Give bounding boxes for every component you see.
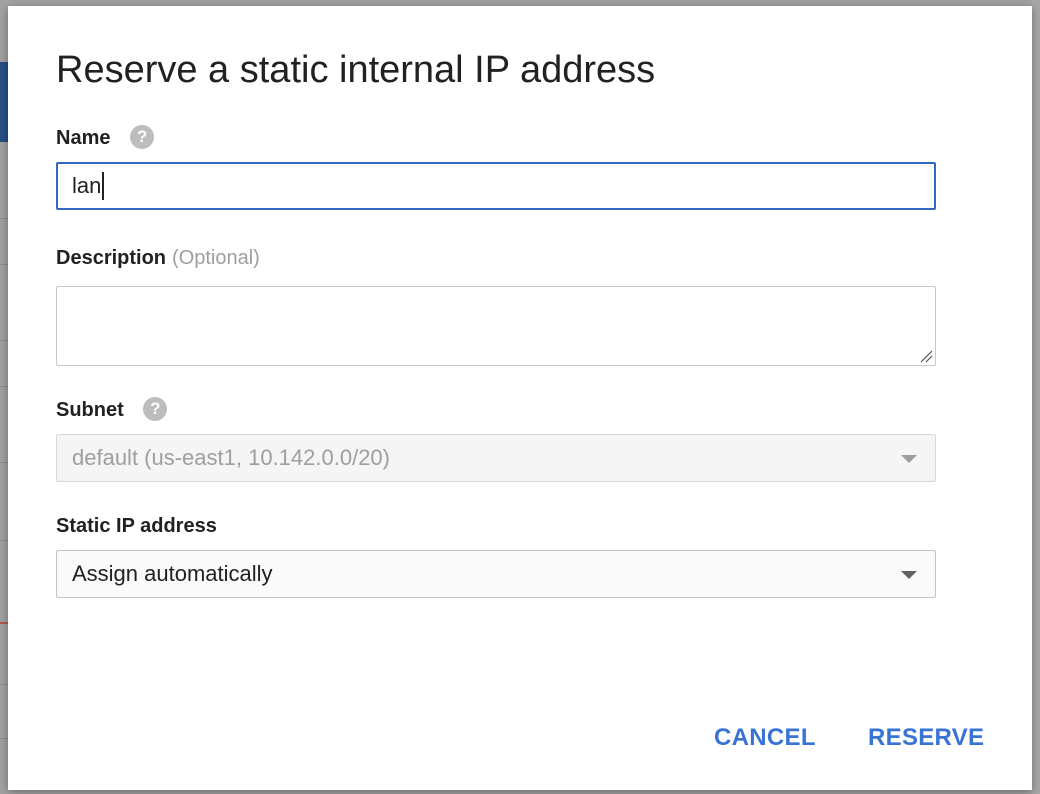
- static-ip-label: Static IP address: [56, 515, 217, 537]
- reserve-ip-dialog: Reserve a static internal IP address Nam…: [8, 6, 1032, 790]
- static-ip-select-value: Assign automatically: [72, 561, 273, 586]
- chevron-down-icon: [901, 571, 917, 579]
- description-label-row: Description (Optional): [56, 246, 260, 270]
- reserve-button[interactable]: RESERVE: [868, 720, 984, 756]
- subnet-label-row: Subnet ?: [56, 397, 168, 422]
- name-label-row: Name ?: [56, 125, 155, 150]
- subnet-select-value: default (us-east1, 10.142.0.0/20): [72, 445, 390, 470]
- subnet-select: default (us-east1, 10.142.0.0/20): [56, 434, 936, 482]
- text-cursor: [102, 171, 105, 200]
- optional-hint: (Optional): [172, 247, 260, 269]
- help-icon[interactable]: ?: [143, 397, 168, 422]
- static-ip-select[interactable]: Assign automatically: [56, 550, 936, 598]
- subnet-label: Subnet: [56, 399, 124, 421]
- description-textarea[interactable]: [56, 286, 936, 366]
- name-label: Name: [56, 127, 111, 149]
- name-input-value: lan: [72, 173, 102, 198]
- cancel-button[interactable]: CANCEL: [714, 720, 816, 756]
- description-label: Description: [56, 247, 167, 269]
- background-right-strip: [1032, 0, 1040, 794]
- name-input[interactable]: lan: [56, 162, 936, 210]
- resize-grip-icon[interactable]: [919, 349, 933, 363]
- chevron-down-icon: [901, 455, 917, 463]
- help-icon[interactable]: ?: [130, 125, 155, 150]
- dialog-title: Reserve a static internal IP address: [56, 49, 656, 91]
- static-ip-label-row: Static IP address: [56, 514, 217, 538]
